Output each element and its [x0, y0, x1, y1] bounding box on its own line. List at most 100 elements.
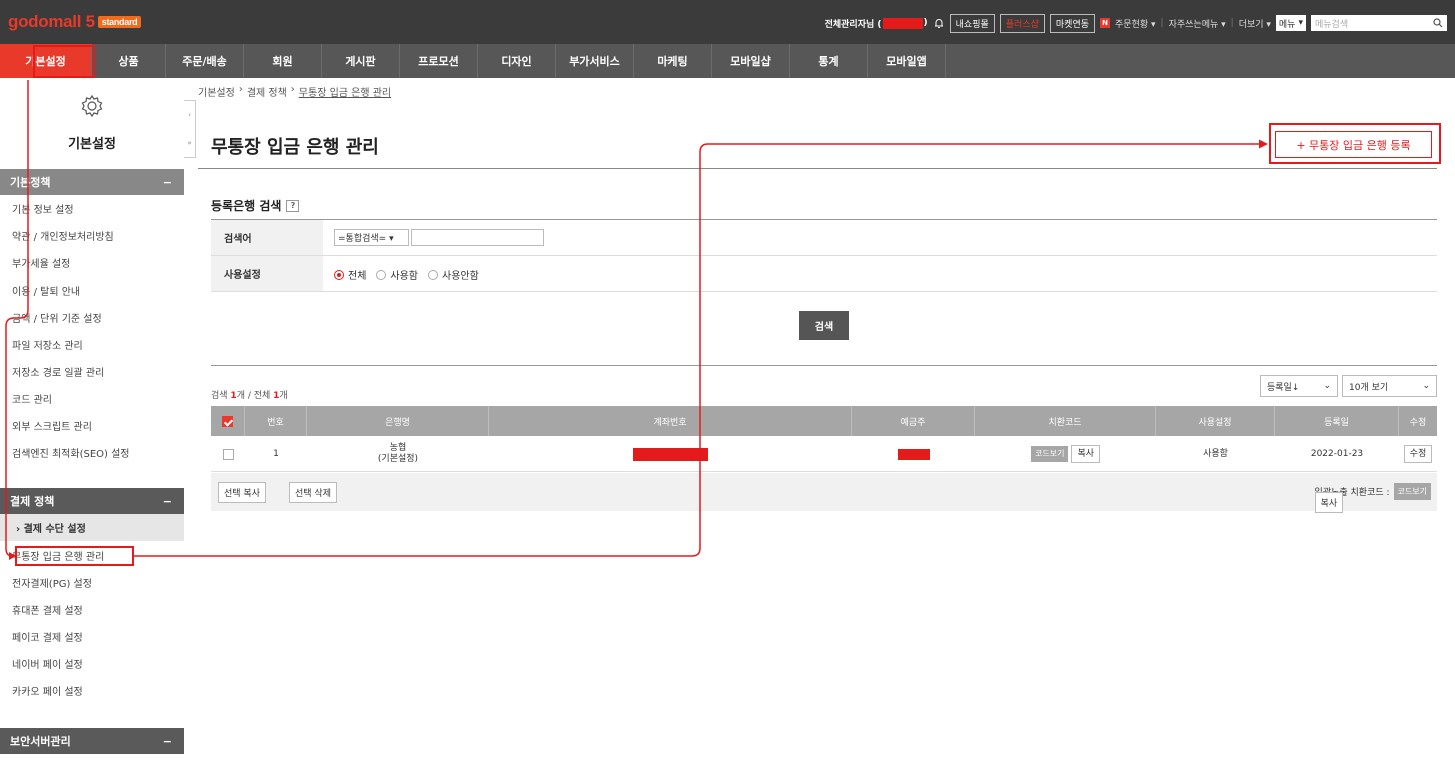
- bulk-copy-button[interactable]: 복사: [1314, 492, 1344, 513]
- bank-note: (기본설정): [377, 454, 419, 464]
- radio-checked-icon[interactable]: [334, 269, 344, 280]
- breadcrumb: 기본설정 › 결제 정책 › 무통장 입금 은행 관리: [198, 84, 391, 99]
- breadcrumb-basic[interactable]: 기본설정: [198, 84, 235, 99]
- sidebar-item-join-leave[interactable]: 이용 / 탈퇴 안내: [0, 277, 184, 304]
- gnb-addons[interactable]: 부가서비스: [556, 44, 634, 78]
- sidebar-item-external-script[interactable]: 외부 스크립트 관리: [0, 412, 184, 439]
- header-depositor: 예금주: [852, 406, 975, 436]
- admin-name: 전체관리자님 ( ): [825, 17, 928, 30]
- sidebar-item-kakao-pay[interactable]: 카카오 페이 설정: [0, 677, 184, 704]
- sort-value: 등록일↓: [1267, 382, 1300, 393]
- count-prefix: 검색: [211, 391, 231, 401]
- row-registered-date: 2022-01-23: [1310, 448, 1364, 459]
- market-link-button[interactable]: 마켓연동: [1049, 13, 1096, 33]
- sidebar-section-payment-policy[interactable]: 결제 정책 −: [0, 488, 184, 514]
- menu-select[interactable]: 메뉴 ▾: [1275, 15, 1306, 31]
- sidebar-item-seo[interactable]: 검색엔진 최적화(SEO) 설정: [0, 439, 184, 466]
- collapse-icon[interactable]: −: [163, 735, 172, 748]
- sidebar-item-basic-info[interactable]: 기본 정보 설정: [0, 195, 184, 222]
- bulk-replace-code: 일괄노출 치환코드 : 코드보기 복사: [1314, 483, 1431, 513]
- sidebar-collapse-toggle[interactable]: ‹ »: [184, 100, 196, 158]
- gnb-orders[interactable]: 주문/배송: [166, 44, 244, 78]
- row-checkbox-cell: [211, 436, 245, 472]
- sidebar-header: 기본설정: [0, 78, 184, 168]
- sidebar: 기본설정 기본정책 − 기본 정보 설정 약관 / 개인정보처리방침 부가세율 설…: [0, 78, 184, 766]
- code-view-button[interactable]: 코드보기: [1030, 446, 1069, 462]
- gnb-promotion[interactable]: 프로모션: [400, 44, 478, 78]
- radio-icon[interactable]: [428, 269, 439, 280]
- gnb-mobile-shop[interactable]: 모바일샵: [712, 44, 790, 78]
- sidebar-item-payment-methods[interactable]: › 결제 수단 설정: [0, 514, 184, 541]
- header-edit: 수정: [1409, 417, 1427, 428]
- sidebar-item-pg[interactable]: 전자결제(PG) 설정: [0, 569, 184, 596]
- sidebar-item-naver-pay[interactable]: 네이버 페이 설정: [0, 650, 184, 677]
- edit-button[interactable]: 수정: [1403, 444, 1433, 464]
- row-checkbox[interactable]: [222, 448, 234, 460]
- delete-selected-button[interactable]: 선택 삭제: [289, 482, 337, 503]
- gnb-design[interactable]: 디자인: [478, 44, 556, 78]
- admin-suffix: ): [923, 18, 928, 28]
- sidebar-item-code[interactable]: 코드 관리: [0, 385, 184, 412]
- gnb-statistics[interactable]: 통계: [790, 44, 868, 78]
- chevron-down-icon: ⌄: [1422, 381, 1430, 391]
- gnb-marketing[interactable]: 마케팅: [634, 44, 712, 78]
- my-shop-button[interactable]: 내쇼핑몰: [949, 13, 995, 33]
- annotation-highlight-sidebar: [15, 546, 134, 566]
- order-status-menu[interactable]: 주문현황 ▾: [1115, 17, 1156, 30]
- radio-used[interactable]: 사용함: [376, 267, 418, 282]
- plus-shop-button[interactable]: 플러스샵: [999, 13, 1045, 33]
- collapse-icon[interactable]: −: [163, 495, 172, 508]
- header-account-number: 계좌번호: [489, 406, 852, 436]
- chevron-left-icon[interactable]: ‹: [184, 101, 195, 129]
- count-mid: 개 / 전체: [236, 391, 274, 401]
- page-size-select[interactable]: 10개 보기 ⌄: [1342, 375, 1437, 397]
- page-title: 무통장 입금 은행 관리: [211, 137, 379, 158]
- sidebar-item-file-storage[interactable]: 파일 저장소 관리: [0, 331, 184, 358]
- header-use-setting: 사용설정: [1156, 406, 1275, 436]
- sidebar-item-mobile-payment[interactable]: 휴대폰 결제 설정: [0, 596, 184, 623]
- gnb-products[interactable]: 상품: [92, 44, 166, 78]
- sidebar-title: 기본설정: [68, 137, 116, 152]
- breadcrumb-payment[interactable]: 결제 정책: [247, 84, 287, 99]
- admin-prefix: 전체관리자님 (: [824, 19, 882, 30]
- annotation-arrows: [5, 80, 1268, 560]
- sidebar-section-ssl[interactable]: 보안서버관리 −: [0, 728, 184, 754]
- top-utility: 전체관리자님 ( ) 내쇼핑몰 플러스샵 마켓연동 N 주문현황 ▾ | 자주쓰…: [825, 13, 1447, 33]
- gnb-board[interactable]: 게시판: [322, 44, 400, 78]
- table-header: 번호 은행명 계좌번호 예금주 치환코드 사용설정 등록일 수정: [211, 406, 1437, 436]
- breadcrumb-current[interactable]: 무통장 입금 은행 관리: [299, 84, 391, 99]
- radio-all[interactable]: 전체: [334, 267, 366, 282]
- more-menu[interactable]: 더보기 ▾: [1239, 17, 1271, 30]
- radio-icon[interactable]: [376, 269, 387, 280]
- radio-unused[interactable]: 사용안함: [428, 267, 479, 282]
- copy-button[interactable]: 복사: [1071, 444, 1100, 464]
- sidebar-item-terms[interactable]: 약관 / 개인정보처리방침: [0, 222, 184, 249]
- sidebar-section-basic-policy[interactable]: 기본정책 −: [0, 169, 184, 195]
- collapse-icon[interactable]: −: [163, 176, 172, 189]
- sort-select[interactable]: 등록일↓ ⌄: [1260, 375, 1338, 397]
- menu-search-input[interactable]: 메뉴검색: [1311, 15, 1447, 31]
- menu-select-value: 메뉴: [1278, 19, 1296, 30]
- select-all-checkbox[interactable]: [222, 415, 233, 427]
- bulk-code-view-button[interactable]: 코드보기: [1393, 483, 1431, 500]
- sidebar-item-payco[interactable]: 페이코 결제 설정: [0, 623, 184, 650]
- gnb-members[interactable]: 회원: [244, 44, 322, 78]
- copy-selected-button[interactable]: 선택 복사: [218, 482, 266, 503]
- gnb-mobile-app[interactable]: 모바일앱: [868, 44, 946, 78]
- sidebar-item-vat[interactable]: 부가세율 설정: [0, 249, 184, 276]
- help-icon[interactable]: ?: [286, 199, 300, 212]
- bell-icon[interactable]: [933, 17, 945, 29]
- search-icon[interactable]: [1433, 18, 1443, 28]
- annotation-highlight-register: [1269, 123, 1441, 164]
- section-label: 보안서버관리: [10, 735, 71, 748]
- keyword-input[interactable]: [411, 229, 544, 246]
- logo[interactable]: godomall 5 standard: [8, 12, 142, 32]
- breadcrumb-separator: ›: [238, 84, 243, 95]
- keyword-type-select[interactable]: =통합검색= ▾: [334, 229, 409, 246]
- table-row: 1 농협 (기본설정) 코드보기 복사 사용함 2022-01-23 수정: [211, 436, 1437, 472]
- chevron-up-double-icon[interactable]: »: [184, 129, 195, 157]
- sidebar-item-storage-path[interactable]: 저장소 경로 일괄 관리: [0, 358, 184, 385]
- search-button[interactable]: 검색: [799, 311, 849, 340]
- sidebar-item-currency[interactable]: 금액 / 단위 기준 설정: [0, 304, 184, 331]
- favorite-menu[interactable]: 자주쓰는메뉴 ▾: [1169, 17, 1226, 30]
